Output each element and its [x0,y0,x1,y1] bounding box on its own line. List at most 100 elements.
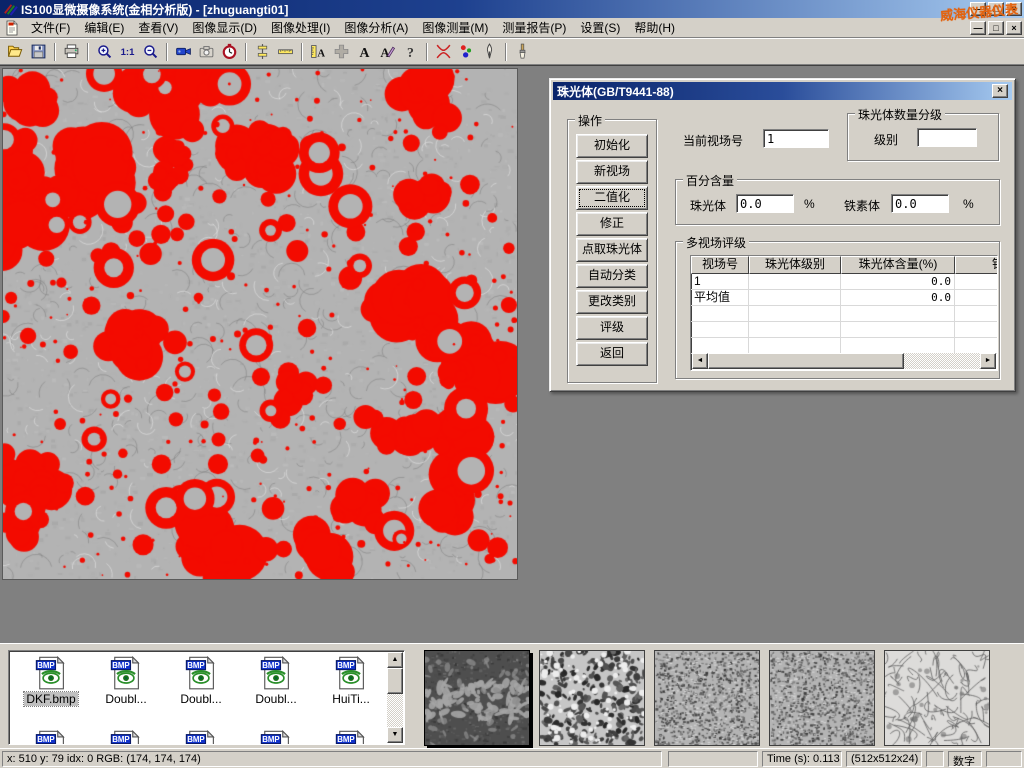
table-cell [749,274,841,290]
op-button[interactable]: 点取珠光体 [576,238,648,262]
caliper-vertical-icon[interactable] [251,41,274,63]
print-icon[interactable] [60,41,83,63]
zoom-in-icon[interactable] [93,41,116,63]
operations-group: 操作 初始化新视场二值化修正点取珠光体自动分类更改类别评级返回 [567,119,657,383]
scroll-right-icon[interactable]: ► [980,353,996,369]
restore-button[interactable]: □ [988,21,1004,35]
zoom-out-icon[interactable] [139,41,162,63]
table-header[interactable]: 视场号 [691,256,749,274]
op-button[interactable]: 修正 [576,212,648,236]
table-header[interactable]: 铁素体 [955,256,998,274]
svg-text:BMP: BMP [337,735,354,744]
minimize-button[interactable]: — [970,21,986,35]
menu-item[interactable]: 编辑(E) [77,17,131,38]
op-button[interactable]: 新视场 [576,160,648,184]
thumbnail[interactable] [424,650,530,746]
probe-icon[interactable] [478,41,501,63]
restore-button[interactable]: □ [988,2,1004,16]
annotate-icon[interactable]: A [376,41,399,63]
table-cell [841,322,955,338]
op-button[interactable]: 返回 [576,342,648,366]
capture-icon[interactable] [195,41,218,63]
menu-item[interactable]: 查看(V) [131,17,185,38]
table-cell [749,338,841,354]
thumbnail[interactable] [654,650,760,746]
calibrate-ruler-icon[interactable]: A [307,41,330,63]
file-item[interactable]: BMPDoubl... [165,655,237,706]
svg-text:A: A [360,45,370,60]
current-field-input[interactable] [763,129,829,148]
scroll-up-icon[interactable]: ▲ [387,652,403,668]
table-cell: 平均值 [691,290,749,306]
menu-item[interactable]: 设置(S) [573,17,627,38]
menu-item[interactable]: 测量报告(P) [495,17,573,38]
bmp-file-icon: BMP [33,655,69,691]
menu-item[interactable]: 文件(F) [24,17,77,38]
op-button[interactable]: 评级 [576,316,648,340]
table-header[interactable]: 珠光体级别 [749,256,841,274]
minimize-button[interactable]: — [970,2,986,16]
close-button[interactable]: × [1006,2,1022,16]
bottom-panel: ▲ ▼ BMPDKF.bmpBMPDoubl...BMPDoubl...BMPD… [0,643,1024,748]
svg-text:BMP: BMP [262,661,279,670]
save-icon[interactable] [27,41,50,63]
file-item[interactable]: BMP [90,729,162,745]
document-icon [4,20,20,36]
table-row[interactable] [691,338,997,354]
timer-icon[interactable] [218,41,241,63]
file-item[interactable]: BMPDoubl... [90,655,162,706]
scrollbar-track[interactable] [904,353,980,369]
move-cross-icon[interactable] [330,41,353,63]
op-button[interactable]: 更改类别 [576,290,648,314]
file-item[interactable]: BMPDoubl... [240,655,312,706]
percent-group: 百分含量 珠光体 % 铁素体 % [675,179,1000,225]
file-item[interactable]: BMP [315,729,387,745]
help-icon[interactable]: ? [399,41,422,63]
file-item[interactable]: BMPHuiTi... [315,655,387,706]
table-row[interactable] [691,322,997,338]
menu-item[interactable]: 图像分析(A) [337,17,415,38]
grade-input[interactable] [917,128,977,147]
open-icon[interactable] [4,41,27,63]
menu-item[interactable]: 图像处理(I) [264,17,337,38]
table-row[interactable]: 平均值0.0 [691,290,997,306]
dialog-title-bar[interactable]: 珠光体(GB/T9441-88) × [553,82,1012,100]
table-row[interactable]: 10.0 [691,274,997,290]
bmp-file-icon: BMP [258,655,294,691]
menu-item[interactable]: 图像显示(D) [185,17,264,38]
op-button[interactable]: 初始化 [576,134,648,158]
op-button[interactable]: 二值化 [576,186,648,210]
menu-item[interactable]: 图像测量(M) [415,17,495,38]
file-list-scrollbar[interactable]: ▲ ▼ [387,652,403,743]
ferrite-percent-input[interactable] [891,194,949,213]
ruler-horizontal-icon[interactable] [274,41,297,63]
scrollbar-thumb[interactable] [708,353,904,369]
particle-classes-icon[interactable] [455,41,478,63]
op-button[interactable]: 自动分类 [576,264,648,288]
pearlite-percent-input[interactable] [736,194,794,213]
file-item[interactable]: BMP [15,729,87,745]
file-item[interactable]: BMPDKF.bmp [15,655,87,706]
dialog-close-icon[interactable]: × [992,84,1008,98]
video-camera-icon[interactable] [172,41,195,63]
table-horizontal-scrollbar[interactable]: ◄ ► [692,353,996,369]
file-item[interactable]: BMP [240,729,312,745]
scroll-left-icon[interactable]: ◄ [692,353,708,369]
main-image[interactable] [2,68,518,580]
close-button[interactable]: × [1006,21,1022,35]
thumbnail[interactable] [539,650,645,746]
scrollbar-thumb[interactable] [387,668,403,694]
table-header[interactable]: 珠光体含量(%) [841,256,955,274]
file-item[interactable]: BMP [165,729,237,745]
actual-size-icon[interactable]: 1:1 [116,41,139,63]
menu-item[interactable]: 帮助(H) [627,17,682,38]
thumbnail[interactable] [884,650,990,746]
scroll-down-icon[interactable]: ▼ [387,727,403,743]
curve-tool-icon[interactable] [432,41,455,63]
brush-icon[interactable] [511,41,534,63]
thumbnail[interactable] [769,650,875,746]
text-icon[interactable]: A [353,41,376,63]
file-name: Doubl... [103,692,148,706]
table-row[interactable] [691,306,997,322]
table-cell [955,338,998,354]
